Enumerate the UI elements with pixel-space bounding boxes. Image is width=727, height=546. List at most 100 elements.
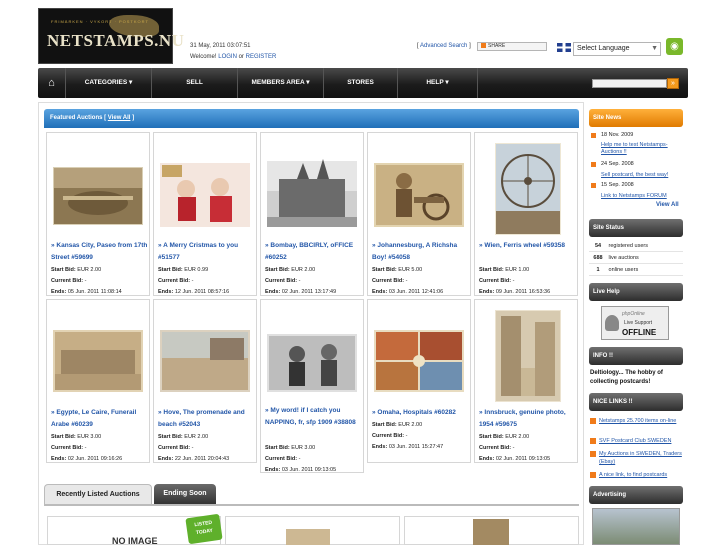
nav-stores[interactable]: STORES xyxy=(324,68,398,98)
nav-members-area[interactable]: MEMBERS AREA ▾ xyxy=(238,68,324,98)
auction-card[interactable]: » Kansas City, Paseo from 17th Street #5… xyxy=(46,132,150,296)
current-bid: - xyxy=(298,278,301,284)
auction-card[interactable]: » Hove, The promenade and beach #52043 S… xyxy=(153,299,257,463)
link-bullet-icon xyxy=(590,438,596,444)
auction-title-link[interactable]: » A Merry Cristmas to you #51577 xyxy=(158,240,256,264)
current-bid: - xyxy=(512,278,515,284)
news-link[interactable]: Link to Netstamps FORUM xyxy=(601,193,681,200)
start-bid: EUR 5.00 xyxy=(398,267,423,273)
nice-link[interactable]: SVF Postcard Club SWEDEN xyxy=(599,437,684,445)
advertising-header: Advertising xyxy=(589,486,683,504)
current-bid-label: Current Bid: xyxy=(372,433,405,439)
news-link[interactable]: Sell postcard, the best way! xyxy=(601,172,681,179)
postcard-image[interactable] xyxy=(267,308,357,402)
postcard-image[interactable] xyxy=(267,141,357,235)
auction-info: Start Bid: EUR 3.00 Current Bid: - Ends:… xyxy=(265,443,363,476)
ends-date: 05 Jun. 2011 11:08:14 xyxy=(67,289,122,295)
tab-ending-soon[interactable]: Ending Soon xyxy=(154,484,216,504)
postcard-image[interactable] xyxy=(481,141,571,235)
recent-auction-card[interactable] xyxy=(404,516,579,545)
start-bid: EUR 1.00 xyxy=(505,267,530,273)
auction-card[interactable]: » My word! if I catch you NAPPING, fr, s… xyxy=(260,299,364,473)
ends-label: Ends: xyxy=(265,289,281,295)
auction-title-link[interactable]: » Johannesburg, A Richsha Boy! #54058 xyxy=(372,240,470,264)
postcard-image[interactable] xyxy=(160,308,250,402)
postcard-image[interactable] xyxy=(473,519,509,545)
auction-info: Start Bid: EUR 2.00 Current Bid: - Ends:… xyxy=(265,265,363,298)
postcard-image[interactable] xyxy=(481,308,571,402)
link-bullet-icon xyxy=(590,418,596,424)
rss-icon[interactable]: ◉ xyxy=(666,38,683,55)
start-bid-label: Start Bid: xyxy=(51,267,76,273)
auction-info: Start Bid: EUR 1.00 Current Bid: - Ends:… xyxy=(479,265,577,298)
postcard-image[interactable] xyxy=(286,529,330,545)
postcard-image[interactable] xyxy=(374,308,464,402)
info-header: INFO !! xyxy=(589,347,683,365)
register-link[interactable]: REGISTER xyxy=(246,54,277,60)
auction-card[interactable]: » Wien, Ferris wheel #59358 Start Bid: E… xyxy=(474,132,578,296)
stat-row: 1 online users xyxy=(589,264,683,276)
start-bid: EUR 3.00 xyxy=(291,445,316,451)
auction-title-link[interactable]: » Wien, Ferris wheel #59358 xyxy=(479,240,577,252)
stat-label: live auctions xyxy=(608,255,639,261)
nav-sell[interactable]: SELL xyxy=(152,68,238,98)
search-input[interactable] xyxy=(592,79,667,88)
auction-title-link[interactable]: » Kansas City, Paseo from 17th Street #5… xyxy=(51,240,149,264)
featured-view-all-link[interactable]: View All xyxy=(108,115,131,121)
auction-card[interactable]: » A Merry Cristmas to you #51577 Start B… xyxy=(153,132,257,296)
auction-card[interactable]: » Johannesburg, A Richsha Boy! #54058 St… xyxy=(367,132,471,296)
nav-categories[interactable]: CATEGORIES ▾ xyxy=(66,68,152,98)
news-link[interactable]: Help me to test Netstamps-Auctions !! xyxy=(601,142,681,156)
language-select[interactable]: Select Language ▼ xyxy=(573,42,661,56)
postcard-image[interactable] xyxy=(160,141,250,235)
advertisement-image[interactable] xyxy=(592,508,680,545)
start-bid-label: Start Bid: xyxy=(158,434,183,440)
nav-help[interactable]: HELP ▾ xyxy=(398,68,478,98)
info-text: Deltiology... The hobby of collecting po… xyxy=(590,370,663,385)
auction-title-link[interactable]: » Omaha, Hospitals #60282 xyxy=(372,407,470,419)
nav-help-label: HELP xyxy=(426,79,444,86)
current-bid-label: Current Bid: xyxy=(51,445,84,451)
auction-card[interactable]: » Innsbruck, genuine photo, 1954 #59675 … xyxy=(474,299,578,463)
main-navbar: ⌂ CATEGORIES ▾ SELL MEMBERS AREA ▾ STORE… xyxy=(38,68,688,98)
auction-title-link[interactable]: » Hove, The promenade and beach #52043 xyxy=(158,407,256,431)
current-bid: - xyxy=(84,278,87,284)
share-button[interactable]: SHARE xyxy=(477,42,547,51)
advanced-search-link[interactable]: Advanced Search xyxy=(420,43,467,49)
current-bid: - xyxy=(405,278,408,284)
stat-value: 54 xyxy=(594,243,602,249)
support-status: OFFLINE xyxy=(622,328,657,337)
share-label: SHARE xyxy=(488,43,506,49)
home-icon[interactable]: ⌂ xyxy=(38,68,66,98)
auction-card[interactable]: » Egypte, Le Caire, Funerail Arabe #6023… xyxy=(46,299,150,463)
site-logo[interactable]: FRIMÄRKEN · VYKORT · POSTKORT NETSTAMPS.… xyxy=(38,8,184,64)
search-button[interactable]: » xyxy=(667,78,679,89)
language-select-label: Select Language xyxy=(577,45,630,52)
advanced-search: [ Advanced Search ] xyxy=(417,43,471,49)
nice-link[interactable]: A nice link, to find postcards xyxy=(599,471,684,479)
live-support-button[interactable]: phpOnline Live Support OFFLINE xyxy=(601,306,669,340)
news-view-all-link[interactable]: View All xyxy=(656,202,679,208)
auction-title-link[interactable]: » Innsbruck, genuine photo, 1954 #59675 xyxy=(479,407,577,431)
auction-title-link[interactable]: » Egypte, Le Caire, Funerail Arabe #6023… xyxy=(51,407,149,431)
auction-title-link[interactable]: » My word! if I catch you NAPPING, fr, s… xyxy=(265,405,363,429)
current-bid-label: Current Bid: xyxy=(479,278,512,284)
nav-members-area-label: MEMBERS AREA xyxy=(251,79,305,86)
tab-recently-listed[interactable]: Recently Listed Auctions xyxy=(44,484,152,504)
postcard-image[interactable] xyxy=(53,308,143,402)
login-link[interactable]: LOGIN xyxy=(218,54,237,60)
ends-label: Ends: xyxy=(51,456,67,462)
auction-title-link[interactable]: » Bombay, BBCIRLY, oFFICE #60252 xyxy=(265,240,363,264)
nice-link[interactable]: My Auctions in SWEDEN, Traders (Ebay) xyxy=(599,450,684,466)
nice-link[interactable]: Netstamps 25.700 items on-line xyxy=(599,417,684,425)
nice-links-header: NICE LINKS !! xyxy=(589,393,683,411)
auction-card[interactable]: » Omaha, Hospitals #60282 Start Bid: EUR… xyxy=(367,299,471,463)
start-bid: EUR 2.00 xyxy=(184,434,209,440)
listed-today-badge: LISTED TODAY xyxy=(185,513,223,545)
recent-auction-card[interactable] xyxy=(225,516,400,545)
postcard-image[interactable] xyxy=(374,141,464,235)
postcard-image[interactable] xyxy=(53,141,143,235)
current-date: 31 May, 2011 03:07:51 xyxy=(190,43,251,49)
start-bid: EUR 2.00 xyxy=(505,434,530,440)
auction-card[interactable]: » Bombay, BBCIRLY, oFFICE #60252 Start B… xyxy=(260,132,364,296)
